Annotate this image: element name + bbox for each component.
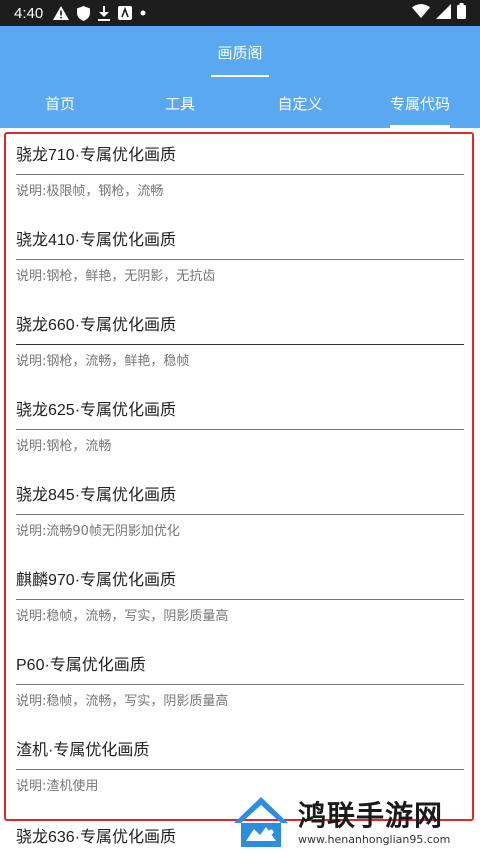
status-bar: 4:40	[0, 0, 480, 26]
divider	[16, 429, 464, 430]
app-icon	[118, 6, 133, 20]
wifi-icon	[412, 4, 430, 22]
battery-icon	[457, 3, 466, 23]
divider	[16, 599, 464, 600]
item-desc: 说明:钢枪，流畅	[16, 439, 112, 454]
divider	[16, 344, 464, 345]
tab-home[interactable]: 首页	[0, 78, 120, 128]
list-item[interactable]: 麒麟970·专属优化画质 说明:稳帧，流畅，写实，阴影质量高	[16, 569, 464, 625]
item-desc: 说明:钢枪，流畅，鲜艳，稳帧	[16, 354, 190, 369]
item-desc: 说明:钢枪，鲜艳，无阴影，无抗齿	[16, 269, 216, 284]
divider	[16, 684, 464, 685]
item-desc: 说明:稳帧，流畅，写实，阴影质量高	[16, 694, 229, 709]
list-item[interactable]: 骁龙625·专属优化画质 说明:钢枪，流畅	[16, 399, 464, 455]
shield-icon	[77, 5, 91, 21]
list-item[interactable]: 骁龙410·专属优化画质 说明:钢枪，鲜艳，无阴影，无抗齿	[16, 229, 464, 285]
item-name: 麒麟970·专属优化画质	[16, 572, 177, 589]
list-item[interactable]: 骁龙845·专属优化画质 说明:流畅90帧无阴影加优化	[16, 484, 464, 540]
item-name: 骁龙660·专属优化画质	[16, 317, 177, 334]
warning-icon	[53, 6, 70, 20]
tab-tools[interactable]: 工具	[120, 78, 240, 128]
tab-custom[interactable]: 自定义	[240, 78, 360, 128]
list-item[interactable]: 渣机·专属优化画质 说明:渣机使用	[16, 739, 464, 795]
tab-bar: 首页 工具 自定义 专属代码	[0, 78, 480, 128]
item-name: 骁龙625·专属优化画质	[16, 402, 177, 419]
item-name: 骁龙710·专属优化画质	[16, 147, 177, 164]
list-item[interactable]: 骁龙710·专属优化画质 说明:极限帧，钢枪，流畅	[16, 144, 464, 200]
list-item[interactable]: P60·专属优化画质 说明:稳帧，流畅，写实，阴影质量高	[16, 654, 464, 710]
divider	[16, 259, 464, 260]
logo-icon	[232, 793, 290, 853]
app-header: 画质阁	[0, 26, 480, 78]
page-title: 画质阁	[211, 43, 269, 77]
divider	[16, 514, 464, 515]
watermark-title: 鸿联手游网	[298, 798, 444, 832]
download-icon	[98, 5, 111, 21]
status-time: 4:40	[14, 4, 44, 22]
item-name: P60·专属优化画质	[16, 657, 146, 674]
item-name: 骁龙845·专属优化画质	[16, 487, 177, 504]
dot-icon	[140, 10, 146, 16]
signal-icon	[436, 3, 451, 23]
item-desc: 说明:稳帧，流畅，写实，阴影质量高	[16, 609, 229, 624]
item-name: 渣机·专属优化画质	[16, 742, 150, 759]
item-name: 骁龙410·专属优化画质	[16, 232, 177, 249]
tab-exclusive-code[interactable]: 专属代码	[360, 78, 480, 128]
status-right	[412, 3, 466, 23]
watermark: 鸿联手游网 www.henanhonglian95.com	[232, 792, 480, 853]
divider	[16, 769, 464, 770]
item-desc: 说明:流畅90帧无阴影加优化	[16, 524, 180, 539]
list-item[interactable]: 骁龙660·专属优化画质 说明:钢枪，流畅，鲜艳，稳帧	[16, 314, 464, 370]
item-desc: 说明:极限帧，钢枪，流畅	[16, 184, 164, 199]
divider	[16, 174, 464, 175]
watermark-url: www.henanhonglian95.com	[298, 832, 451, 846]
